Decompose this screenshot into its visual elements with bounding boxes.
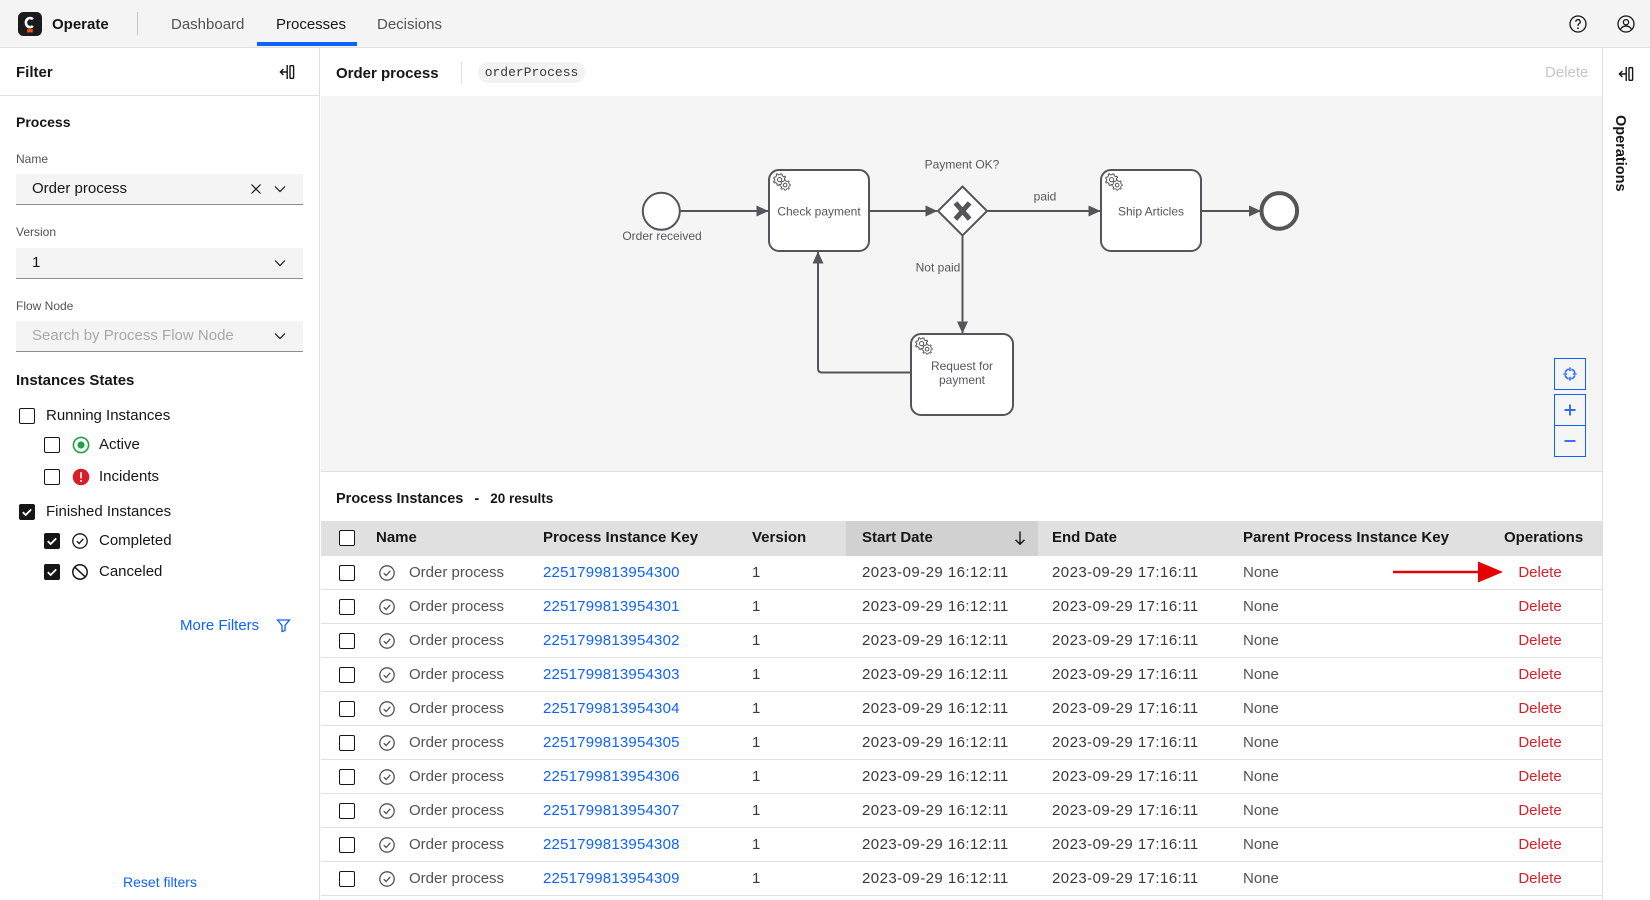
svg-text:Payment OK?: Payment OK? [925,158,1000,172]
svg-text:Check payment: Check payment [777,205,861,219]
svg-text:paid: paid [1034,190,1057,204]
svg-text:Ship Articles: Ship Articles [1118,205,1184,219]
svg-text:Not paid: Not paid [916,261,961,275]
svg-text:payment: payment [939,373,986,387]
svg-text:Request for: Request for [931,359,993,373]
svg-text:Order received: Order received [622,229,701,243]
